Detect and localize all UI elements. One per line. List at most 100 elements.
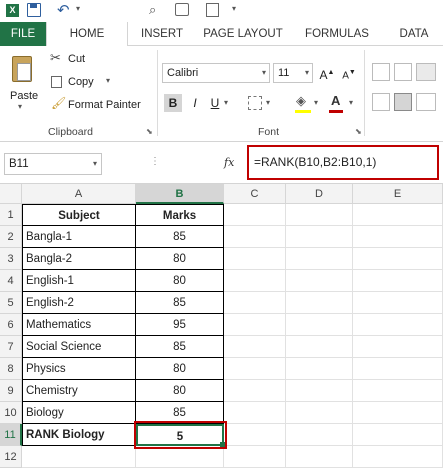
cell-d3[interactable] [286, 248, 353, 270]
borders-icon[interactable] [248, 96, 262, 110]
row-header-12[interactable]: 12 [0, 446, 22, 468]
cell-b7[interactable]: 85 [136, 336, 224, 358]
column-header-c[interactable]: C [224, 184, 286, 204]
cell-d6[interactable] [286, 314, 353, 336]
formula-input[interactable]: =RANK(B10,B2:B10,1) [247, 145, 439, 180]
cell-b5[interactable]: 85 [136, 292, 224, 314]
cell-a4[interactable]: English-1 [22, 270, 136, 292]
cell-e8[interactable] [353, 358, 443, 380]
cell-e10[interactable] [353, 402, 443, 424]
cell-c3[interactable] [224, 248, 286, 270]
cell-e6[interactable] [353, 314, 443, 336]
row-header-1[interactable]: 1 [0, 204, 22, 226]
cell-e5[interactable] [353, 292, 443, 314]
cell-a8[interactable]: Physics [22, 358, 136, 380]
undo-icon[interactable]: ↶ [57, 1, 70, 19]
column-header-e[interactable]: E [353, 184, 443, 204]
align-center-icon[interactable] [394, 93, 412, 111]
cell-c1[interactable] [224, 204, 286, 226]
shrink-font-icon[interactable]: A▼ [340, 64, 358, 82]
cell-e2[interactable] [353, 226, 443, 248]
tab-insert[interactable]: INSERT [132, 22, 192, 46]
cell-a10[interactable]: Biology [22, 402, 136, 424]
cell-a7[interactable]: Social Science [22, 336, 136, 358]
cell-b8[interactable]: 80 [136, 358, 224, 380]
cell-c4[interactable] [224, 270, 286, 292]
cell-c6[interactable] [224, 314, 286, 336]
cell-c5[interactable] [224, 292, 286, 314]
name-box[interactable]: B11 ▾ [4, 153, 102, 175]
cell-b9[interactable]: 80 [136, 380, 224, 402]
tab-formulas[interactable]: FORMULAS [302, 22, 372, 46]
align-middle-icon[interactable] [394, 63, 412, 81]
cell-d9[interactable] [286, 380, 353, 402]
borders-dropdown-icon[interactable]: ▾ [266, 98, 270, 107]
paste-button[interactable]: Paste ▾ [4, 52, 42, 112]
cell-a6[interactable]: Mathematics [22, 314, 136, 336]
column-header-a[interactable]: A [22, 184, 136, 204]
cell-b6[interactable]: 95 [136, 314, 224, 336]
save-icon[interactable] [27, 3, 41, 17]
tab-page-layout[interactable]: PAGE LAYOUT [198, 22, 288, 46]
cell-c8[interactable] [224, 358, 286, 380]
cell-b4[interactable]: 80 [136, 270, 224, 292]
font-name-dropdown-icon[interactable]: ▾ [262, 64, 266, 82]
font-color-dropdown-icon[interactable]: ▾ [349, 98, 353, 107]
underline-dropdown-icon[interactable]: ▾ [224, 98, 228, 107]
fill-color-icon[interactable]: ◈ [296, 93, 306, 109]
font-launcher-icon[interactable]: ⬊ [355, 127, 362, 136]
align-right-icon[interactable] [416, 93, 436, 111]
align-left-icon[interactable] [372, 93, 390, 111]
cell-b1[interactable]: Marks [136, 204, 224, 226]
fill-handle[interactable] [220, 442, 225, 447]
align-bottom-icon[interactable] [416, 63, 436, 81]
row-header-8[interactable]: 8 [0, 358, 22, 380]
cell-e3[interactable] [353, 248, 443, 270]
formula-bar-grip[interactable]: ⋮ [150, 156, 160, 167]
cell-c10[interactable] [224, 402, 286, 424]
cell-d4[interactable] [286, 270, 353, 292]
quick-print-icon[interactable] [175, 3, 189, 16]
font-color-icon[interactable]: A [331, 93, 340, 108]
cell-c9[interactable] [224, 380, 286, 402]
cell-d2[interactable] [286, 226, 353, 248]
cell-d7[interactable] [286, 336, 353, 358]
cell-e9[interactable] [353, 380, 443, 402]
cell-d8[interactable] [286, 358, 353, 380]
qat-customize-icon[interactable]: ▾ [232, 4, 236, 13]
cell-a12[interactable] [22, 446, 136, 468]
cell-a9[interactable]: Chemistry [22, 380, 136, 402]
font-name-combo[interactable]: Calibri ▾ [162, 63, 270, 83]
cell-c11[interactable] [224, 424, 286, 446]
cell-d1[interactable] [286, 204, 353, 226]
tab-home[interactable]: HOME [46, 22, 128, 47]
format-painter-button[interactable]: 🖌 Format Painter [50, 96, 150, 114]
font-size-combo[interactable]: 11 ▾ [273, 63, 313, 83]
name-box-dropdown-icon[interactable]: ▾ [93, 154, 97, 174]
cell-a2[interactable]: Bangla-1 [22, 226, 136, 248]
fill-color-dropdown-icon[interactable]: ▾ [314, 98, 318, 107]
cell-e12[interactable] [353, 446, 443, 468]
row-header-3[interactable]: 3 [0, 248, 22, 270]
cell-b3[interactable]: 80 [136, 248, 224, 270]
cell-c2[interactable] [224, 226, 286, 248]
tab-data[interactable]: DATA [394, 22, 434, 46]
cell-c7[interactable] [224, 336, 286, 358]
cell-a5[interactable]: English-2 [22, 292, 136, 314]
cut-button[interactable]: ✂ Cut [50, 50, 120, 68]
cell-e11[interactable] [353, 424, 443, 446]
copy-button[interactable]: Copy ▾ [50, 73, 130, 91]
print-preview-icon[interactable]: ⌕ [149, 2, 156, 18]
form-icon[interactable] [206, 3, 219, 17]
cell-d5[interactable] [286, 292, 353, 314]
italic-button-icon[interactable]: I [186, 94, 204, 112]
tab-file[interactable]: FILE [0, 22, 46, 46]
select-all-corner[interactable] [0, 184, 22, 204]
cell-e1[interactable] [353, 204, 443, 226]
insert-function-icon[interactable]: fx [224, 156, 234, 169]
row-header-5[interactable]: 5 [0, 292, 22, 314]
cell-a3[interactable]: Bangla-2 [22, 248, 136, 270]
row-header-9[interactable]: 9 [0, 380, 22, 402]
cell-e4[interactable] [353, 270, 443, 292]
cell-a1[interactable]: Subject [22, 204, 136, 226]
